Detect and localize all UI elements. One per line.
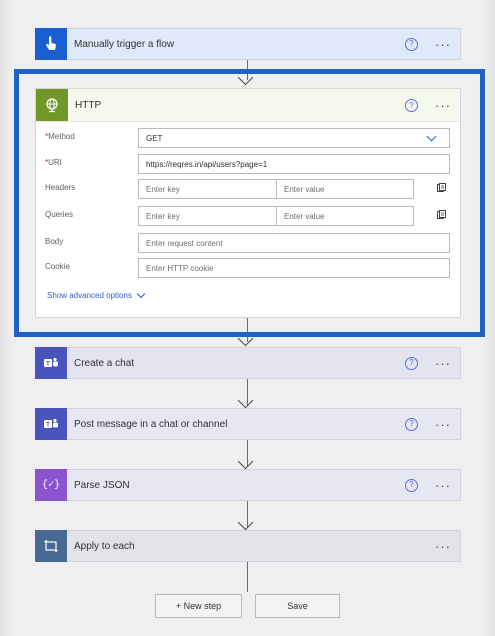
help-icon[interactable]: ?: [405, 98, 418, 112]
headers-row: Headers Enter key Enter value: [36, 179, 460, 199]
connector: [247, 562, 248, 592]
headers-label: Headers: [45, 183, 76, 192]
queries-value-input[interactable]: Enter value: [276, 206, 414, 226]
body-label: Body: [45, 237, 64, 246]
headers-key-input[interactable]: Enter key: [138, 179, 277, 199]
globe-icon: [36, 89, 68, 121]
step-title: Manually trigger a flow: [74, 38, 175, 50]
method-select[interactable]: GET: [138, 128, 450, 148]
svg-text:T: T: [46, 361, 50, 367]
more-options-icon[interactable]: ···: [435, 38, 451, 51]
chevron-down-icon: [136, 289, 146, 299]
step-title: Apply to each: [74, 540, 135, 552]
headers-value-input[interactable]: Enter value: [276, 179, 414, 199]
loop-icon: [35, 529, 67, 562]
uri-input[interactable]: https://reqres.in/api/users?page=1: [138, 154, 450, 174]
hand-pointer-icon: [35, 27, 67, 60]
more-options-icon[interactable]: ···: [435, 479, 451, 492]
delete-icon[interactable]: [436, 210, 446, 220]
save-button[interactable]: Save: [255, 594, 340, 618]
step-manual-trigger[interactable]: Manually trigger a flow ? ···: [35, 27, 461, 60]
more-options-icon[interactable]: ···: [435, 357, 451, 370]
cookie-row: Cookie Enter HTTP cookie: [36, 258, 460, 278]
arrow-down-icon: [237, 453, 254, 470]
uri-row: *URI https://reqres.in/api/users?page=1: [36, 154, 460, 174]
svg-text:T: T: [46, 422, 50, 428]
advanced-options-label: Show advanced options: [47, 291, 132, 300]
step-http: HTTP ? ··· *Method GET *URI https://reqr…: [35, 88, 461, 318]
braces-icon: {✓}: [35, 468, 67, 501]
help-icon[interactable]: ?: [405, 478, 418, 492]
queries-label: Queries: [45, 210, 74, 219]
teams-icon: T: [35, 346, 67, 379]
help-icon[interactable]: ?: [405, 356, 418, 370]
left-edge: [0, 0, 12, 636]
queries-row: Queries Enter key Enter value: [36, 206, 460, 226]
method-value: GET: [146, 133, 163, 143]
arrow-down-icon: [237, 392, 254, 409]
http-header[interactable]: HTTP ? ···: [36, 89, 460, 122]
chevron-down-icon: [426, 131, 437, 142]
body-row: Body Enter request content: [36, 233, 460, 253]
cookie-label: Cookie: [45, 262, 70, 271]
show-advanced-options-link[interactable]: Show advanced options: [47, 289, 146, 300]
more-options-icon[interactable]: ···: [435, 418, 451, 431]
arrow-down-icon: [237, 514, 254, 531]
step-title: Post message in a chat or channel: [74, 418, 228, 430]
step-parse-json[interactable]: {✓} Parse JSON ? ···: [35, 468, 461, 501]
body-input[interactable]: Enter request content: [138, 233, 450, 253]
method-label: *Method: [45, 132, 75, 141]
uri-label: *URI: [45, 158, 62, 167]
step-title: Parse JSON: [74, 479, 130, 491]
step-post-message[interactable]: T Post message in a chat or channel ? ··…: [35, 407, 461, 440]
cookie-input[interactable]: Enter HTTP cookie: [138, 258, 450, 278]
step-title: HTTP: [75, 99, 102, 111]
help-icon[interactable]: ?: [405, 37, 418, 51]
step-apply-to-each[interactable]: Apply to each ···: [35, 529, 461, 562]
teams-icon: T: [35, 407, 67, 440]
more-options-icon[interactable]: ···: [435, 98, 451, 113]
help-icon[interactable]: ?: [405, 417, 418, 431]
step-title: Create a chat: [74, 357, 135, 369]
more-options-icon[interactable]: ···: [435, 540, 451, 553]
new-step-button[interactable]: + New step: [155, 594, 242, 618]
delete-icon[interactable]: [436, 183, 446, 193]
queries-key-input[interactable]: Enter key: [138, 206, 277, 226]
step-create-chat[interactable]: T Create a chat ? ···: [35, 346, 461, 379]
method-row: *Method GET: [36, 128, 460, 148]
